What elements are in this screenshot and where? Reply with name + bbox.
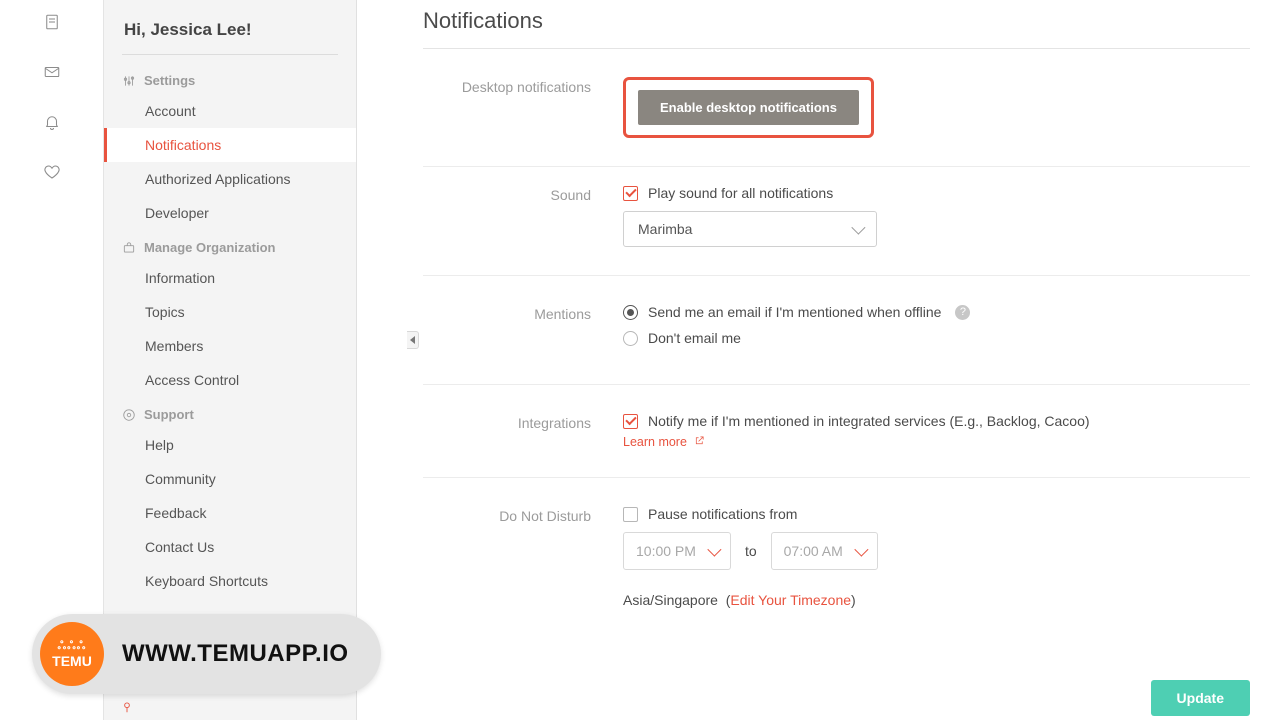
sidebar-item-authorized-apps[interactable]: Authorized Applications — [104, 162, 356, 196]
sidebar-item-feedback[interactable]: Feedback — [104, 496, 356, 530]
sidebar-item-topics[interactable]: Topics — [104, 295, 356, 329]
row-dnd: Do Not Disturb Pause notifications from … — [423, 478, 1250, 636]
watermark-url: WWW.TEMUAPP.IO — [122, 640, 349, 668]
page-title: Notifications — [423, 8, 1250, 34]
settings-sidebar: Hi, Jessica Lee! Settings Account Notifi… — [104, 0, 357, 720]
dnd-checkbox[interactable] — [623, 507, 638, 522]
chevron-down-icon — [707, 543, 721, 557]
dnd-label: Pause notifications from — [648, 506, 797, 522]
timezone-line: Asia/Singapore (Edit Your Timezone) — [623, 592, 1250, 608]
section-settings: Settings — [104, 63, 356, 94]
dnd-from-select[interactable]: 10:00 PM — [623, 532, 731, 570]
heart-icon[interactable] — [42, 162, 62, 182]
collapse-sidebar-handle[interactable] — [407, 331, 419, 349]
left-rail — [0, 0, 104, 720]
document-icon[interactable] — [42, 12, 62, 32]
sidebar-item-community[interactable]: Community — [104, 462, 356, 496]
sound-select[interactable]: Marimba — [623, 211, 877, 247]
bell-icon[interactable] — [42, 112, 62, 132]
enable-desktop-notifications-button[interactable]: Enable desktop notifications — [638, 90, 859, 125]
temu-logo-icon: ஃஃஃ TEMU — [40, 622, 104, 686]
sidebar-item-contact-us[interactable]: Contact Us — [104, 530, 356, 564]
mentions-email-radio[interactable] — [623, 305, 638, 320]
sidebar-item-developer[interactable]: Developer — [104, 196, 356, 230]
integrations-checkbox[interactable] — [623, 414, 638, 429]
row-integrations: Integrations Notify me if I'm mentioned … — [423, 385, 1250, 478]
main-content: Notifications Desktop notifications Enab… — [357, 0, 1280, 720]
sidebar-item-account[interactable]: Account — [104, 94, 356, 128]
play-sound-label: Play sound for all notifications — [648, 185, 833, 201]
watermark-overlay: ஃஃஃ TEMU WWW.TEMUAPP.IO — [32, 614, 381, 694]
mentions-none-radio[interactable] — [623, 331, 638, 346]
greeting-text: Hi, Jessica Lee! — [104, 12, 356, 54]
sidebar-item-information[interactable]: Information — [104, 261, 356, 295]
mentions-none-label: Don't email me — [648, 330, 741, 346]
sidebar-item-notifications[interactable]: Notifications — [104, 128, 356, 162]
external-link-icon — [694, 435, 705, 449]
chevron-down-icon — [854, 543, 868, 557]
mentions-email-label: Send me an email if I'm mentioned when o… — [648, 304, 941, 320]
learn-more-link[interactable]: Learn more — [623, 435, 705, 449]
edit-timezone-link[interactable]: Edit Your Timezone — [730, 592, 851, 608]
update-button[interactable]: Update — [1151, 680, 1250, 716]
sidebar-item-members[interactable]: Members — [104, 329, 356, 363]
pin-icon[interactable] — [120, 700, 136, 716]
mail-icon[interactable] — [42, 62, 62, 82]
row-sound: Sound Play sound for all notifications M… — [423, 167, 1250, 276]
play-sound-checkbox[interactable] — [623, 186, 638, 201]
integrations-label: Notify me if I'm mentioned in integrated… — [648, 413, 1090, 429]
dnd-to-select[interactable]: 07:00 AM — [771, 532, 878, 570]
help-icon[interactable]: ? — [955, 305, 970, 320]
sidebar-item-keyboard-shortcuts[interactable]: Keyboard Shortcuts — [104, 564, 356, 598]
section-support: Support — [104, 397, 356, 428]
sidebar-item-help[interactable]: Help — [104, 428, 356, 462]
highlight-annotation: Enable desktop notifications — [623, 77, 874, 138]
row-mentions: Mentions Send me an email if I'm mention… — [423, 276, 1250, 385]
dnd-to-label: to — [745, 543, 757, 559]
sidebar-item-access-control[interactable]: Access Control — [104, 363, 356, 397]
row-desktop-notifications: Desktop notifications Enable desktop not… — [423, 49, 1250, 167]
chevron-down-icon — [851, 221, 865, 235]
section-org: Manage Organization — [104, 230, 356, 261]
